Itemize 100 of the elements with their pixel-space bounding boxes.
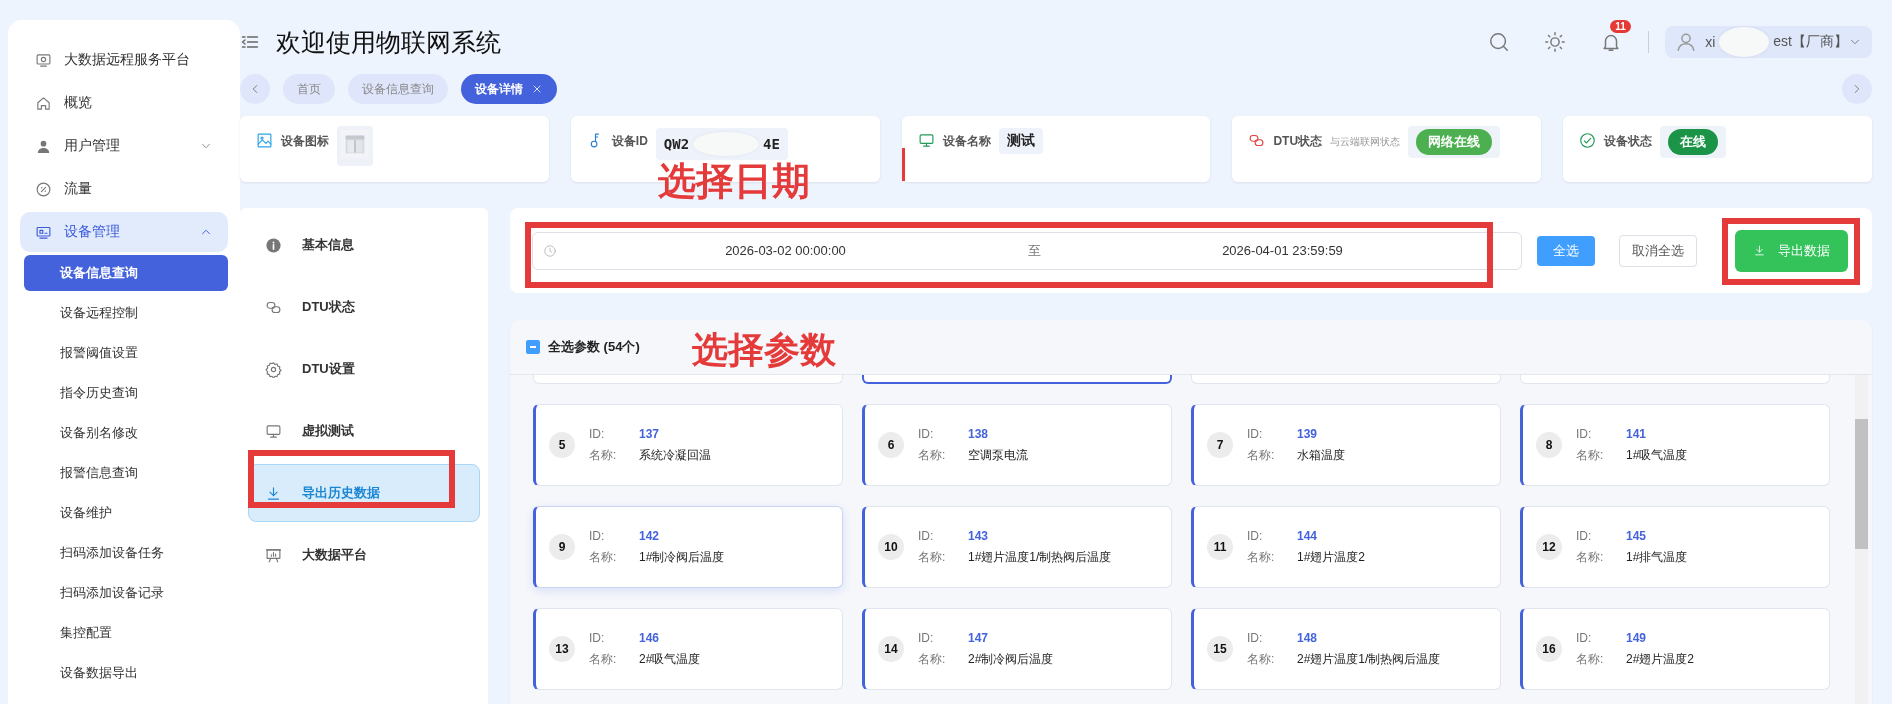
- range-separator: 至: [1026, 241, 1042, 260]
- field-label: ID:: [918, 630, 935, 645]
- index-number: 6: [878, 432, 904, 458]
- index-number: 16: [1536, 636, 1562, 662]
- field-label: ID:: [1247, 528, 1264, 543]
- parameter-card[interactable]: 8 ID: 141 名称: 1#吸气温度: [1520, 404, 1830, 486]
- submenu-item[interactable]: 设备维护: [24, 495, 228, 531]
- parameter-name: 1#制冷阀后温度: [639, 548, 725, 566]
- field-value: 4E: [763, 136, 780, 152]
- submenu-item[interactable]: 指令历史查询: [24, 375, 228, 411]
- parameter-id: 148: [1297, 630, 1319, 645]
- field-label: ID:: [589, 528, 606, 543]
- parameter-card[interactable]: 14 ID: 147 名称: 2#制冷阀后温度: [862, 608, 1172, 690]
- submenu-item[interactable]: 扫码添加设备记录: [24, 575, 228, 611]
- tab[interactable]: 设备详情: [461, 74, 557, 104]
- parameter-id: 145: [1626, 528, 1648, 543]
- index-number: 7: [1207, 432, 1233, 458]
- menu-item[interactable]: 基本信息: [248, 216, 480, 274]
- field-hint: 与云端联网状态: [1330, 135, 1401, 149]
- field-label: 名称:: [1247, 446, 1276, 464]
- date-range-field[interactable]: 2026-03-02 00:00:00 至 2026-04-01 23:59:59: [532, 231, 1522, 270]
- parameter-id: 137: [639, 426, 661, 441]
- parameter-card[interactable]: 7 ID: 139 名称: 水箱温度: [1191, 404, 1501, 486]
- field-label: 名称:: [1576, 446, 1605, 464]
- field-label: ID:: [589, 426, 606, 441]
- field-label: 名称:: [1576, 650, 1605, 668]
- field-label: ID:: [1247, 630, 1264, 645]
- submenu-item[interactable]: 设备数据导出: [24, 655, 228, 691]
- parameter-id: 141: [1626, 426, 1648, 441]
- status-badge: 网络在线: [1416, 129, 1493, 155]
- parameter-id: 147: [968, 630, 990, 645]
- parameter-card[interactable]: 11 ID: 144 名称: 1#翅片温度2: [1191, 506, 1501, 588]
- index-number: 11: [1207, 534, 1233, 560]
- parameter-id: 142: [639, 528, 661, 543]
- parameter-card[interactable]: 10 ID: 143 名称: 1#翅片温度1/制热阀后温度: [862, 506, 1172, 588]
- user-menu[interactable]: xi est【厂商】: [1665, 26, 1872, 58]
- field-label: 名称:: [589, 548, 618, 566]
- menu-group[interactable]: 设备管理: [20, 212, 228, 252]
- field-label: ID:: [918, 528, 935, 543]
- submenu-item[interactable]: 报警信息查询: [24, 455, 228, 491]
- field-label: DTU状态: [1273, 133, 1323, 150]
- menu-item[interactable]: 大数据远程服务平台: [20, 40, 228, 80]
- field-label: ID:: [589, 630, 606, 645]
- parameter-card[interactable]: 6 ID: 138 名称: 空调泵电流: [862, 404, 1172, 486]
- parameter-name: 系统冷凝回温: [639, 446, 711, 464]
- menu-item[interactable]: DTU状态: [248, 278, 480, 336]
- parameter-id: 149: [1626, 630, 1648, 645]
- index-number: 8: [1536, 432, 1562, 458]
- submenu-item[interactable]: 设备别名修改: [24, 415, 228, 451]
- notification-count: 11: [1610, 20, 1631, 33]
- parameter-id: 143: [968, 528, 990, 543]
- field-label: 名称:: [1247, 548, 1276, 566]
- parameter-id: 144: [1297, 528, 1319, 543]
- parameter-name: 2#吸气温度: [639, 650, 701, 668]
- index-number: 5: [549, 432, 575, 458]
- parameter-card[interactable]: 9 ID: 142 名称: 1#制冷阀后温度: [533, 506, 843, 588]
- parameter-name: 2#翅片温度2: [1626, 650, 1695, 668]
- field-label: ID:: [918, 426, 935, 441]
- field-label: 名称:: [589, 650, 618, 668]
- parameter-card[interactable]: 15 ID: 148 名称: 2#翅片温度1/制热阀后温度: [1191, 608, 1501, 690]
- parameter-card[interactable]: 16 ID: 149 名称: 2#翅片温度2: [1520, 608, 1830, 690]
- index-number: 10: [878, 534, 904, 560]
- field-label: 名称:: [589, 446, 618, 464]
- submenu-item[interactable]: 设备信息查询: [24, 255, 228, 291]
- submenu-item[interactable]: 集控配置: [24, 615, 228, 651]
- submenu-item[interactable]: 扫码添加设备任务: [24, 535, 228, 571]
- menu-item[interactable]: DTU设置: [248, 340, 480, 398]
- menu-item[interactable]: 流量: [20, 169, 228, 209]
- field-label: 名称:: [1576, 548, 1605, 566]
- user-name: xi: [1705, 34, 1716, 50]
- parameter-name: 1#排气温度: [1626, 548, 1688, 566]
- parameter-name: 水箱温度: [1297, 446, 1345, 464]
- index-number: 12: [1536, 534, 1562, 560]
- deselect-all-button[interactable]: 取消全选: [1619, 234, 1697, 267]
- field-label: ID:: [1247, 426, 1264, 441]
- parameter-name: 1#翅片温度1/制热阀后温度: [968, 548, 1112, 566]
- field-label: ID:: [1576, 630, 1593, 645]
- field-label: 设备状态: [1604, 133, 1653, 150]
- menu-item[interactable]: 大数据平台: [248, 526, 480, 584]
- field-label: ID:: [1576, 528, 1593, 543]
- submenu-item[interactable]: 设备远程控制: [24, 295, 228, 331]
- end-date: 2026-04-01 23:59:59: [1221, 243, 1344, 258]
- annotation-label: 选择日期: [658, 162, 810, 200]
- parameter-card[interactable]: 12 ID: 145 名称: 1#排气温度: [1520, 506, 1830, 588]
- submenu-item[interactable]: 报警阈值设置: [24, 335, 228, 371]
- page-title: 欢迎使用物联网系统: [276, 26, 501, 58]
- parameter-card[interactable]: 13 ID: 146 名称: 2#吸气温度: [533, 608, 843, 690]
- menu-item[interactable]: 虚拟测试: [248, 402, 480, 460]
- menu-group[interactable]: 用户管理: [20, 126, 228, 166]
- parameter-name: 2#制冷阀后温度: [968, 650, 1054, 668]
- field-label: ID:: [1576, 426, 1593, 441]
- parameter-name: 2#翅片温度1/制热阀后温度: [1297, 650, 1441, 668]
- index-number: 9: [549, 534, 575, 560]
- parameter-id: 139: [1297, 426, 1319, 441]
- field-label: 名称:: [918, 548, 947, 566]
- select-all-label[interactable]: 全选参数 (54个): [548, 338, 640, 356]
- parameter-card[interactable]: 5 ID: 137 名称: 系统冷凝回温: [533, 404, 843, 486]
- field-label: 名称:: [918, 650, 947, 668]
- parameter-name: 1#吸气温度: [1626, 446, 1688, 464]
- menu-item[interactable]: 概览: [20, 83, 228, 123]
